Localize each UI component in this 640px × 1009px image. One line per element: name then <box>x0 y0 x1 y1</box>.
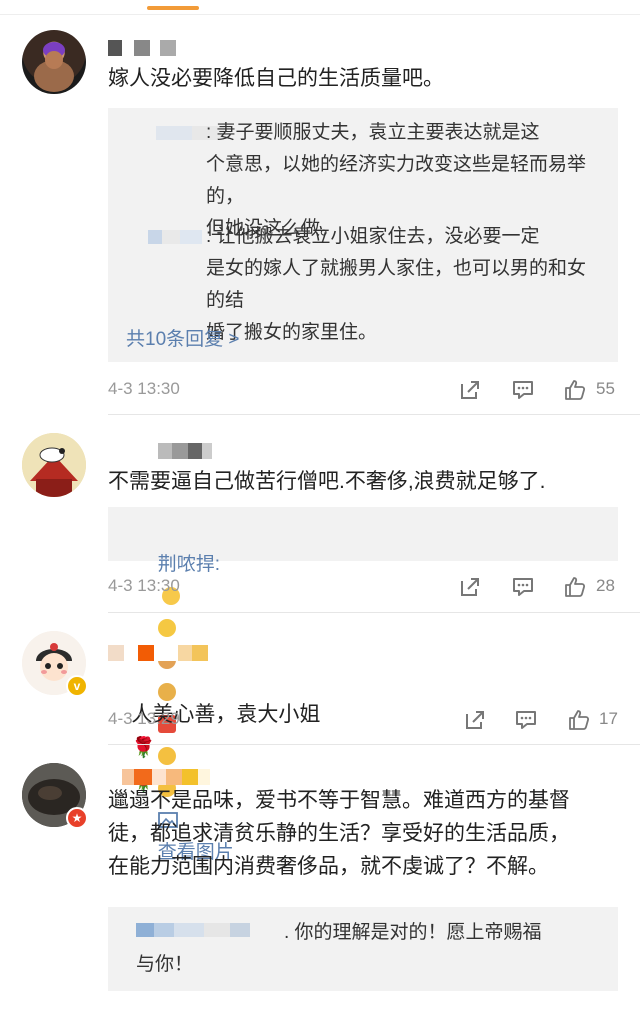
comment-text: 不需要逼自己做苦行僧吧.不奢侈,浪费就足够了. <box>108 470 546 493</box>
comment-icon[interactable] <box>511 378 535 402</box>
comment-meta: 4-3 13:30 28 <box>108 573 640 601</box>
share-icon[interactable] <box>463 708 487 732</box>
comment-3: v 人美心善，袁大小姐 🌹 🌹 4-3 13:29 17 <box>0 613 640 793</box>
verified-badge: v <box>66 675 88 697</box>
thumbs-up-icon[interactable] <box>563 378 587 402</box>
reply-text: . 你的理解是对的！愿上帝赐福 与你！ <box>136 922 542 975</box>
like-count: 17 <box>599 709 618 728</box>
thumbs-up-icon[interactable] <box>563 575 587 599</box>
comment-text: 嫁人没必要降低自己的生活质量吧。 <box>108 67 444 90</box>
more-replies-link[interactable]: 共10条回复 > <box>126 324 240 351</box>
username-mosaic[interactable] <box>108 645 208 661</box>
username-mosaic[interactable] <box>108 40 176 56</box>
reply-author-mosaic[interactable] <box>126 230 202 244</box>
like-count: 55 <box>596 379 615 398</box>
comment-1: 嫁人没必要降低自己的生活质量吧。 : 妻子要顺服丈夫，袁立主要表达就是这 个意思… <box>0 0 640 415</box>
reply-box[interactable]: : 妻子要顺服丈夫，袁立主要表达就是这 个意思，以她的经济实力改变这些是轻而易举… <box>108 108 618 362</box>
comment-meta: 4-3 13:29 17 <box>108 706 640 734</box>
comment-text: 邋遢不是品味，爱书不等于智慧。难道西方的基督 徒，都追求清贫乐静的生活？享受好的… <box>108 789 570 878</box>
reply-author[interactable]: 荆哝捍: <box>158 554 220 575</box>
avatar-image <box>22 433 86 497</box>
comment-2: 不需要逼自己做苦行僧吧.不奢侈,浪费就足够了. 荆哝捍: 查看图片 4-3 13… <box>0 415 640 863</box>
share-icon[interactable] <box>458 575 482 599</box>
avatar[interactable] <box>22 433 86 497</box>
like-count: 28 <box>596 576 615 595</box>
reply-box[interactable]: . 你的理解是对的！愿上帝赐福 与你！ <box>108 907 618 991</box>
comment-time: 4-3 13:30 <box>108 379 180 398</box>
reply-text: : 让他搬去袁立小姐家住去，没必要一定 是女的嫁人了就搬男人家住，也可以男的和女… <box>206 226 587 343</box>
avatar-image <box>34 42 74 92</box>
share-icon[interactable] <box>458 378 482 402</box>
comment-time: 4-3 13:30 <box>108 576 180 595</box>
reply-box[interactable]: 荆哝捍: 查看图片 <box>108 507 618 863</box>
username-mosaic[interactable] <box>108 443 212 459</box>
comment-4: ★ 邋遢不是品味，爱书不等于智慧。难道西方的基督 徒，都追求清贫乐静的生活？享受… <box>0 745 640 1009</box>
comment-meta: 4-3 13:30 55 <box>108 376 640 404</box>
thumbs-up-icon[interactable] <box>567 708 591 732</box>
comment-icon[interactable] <box>511 575 535 599</box>
username-mosaic[interactable] <box>108 769 210 785</box>
comment-icon[interactable] <box>514 708 538 732</box>
comment-time: 4-3 13:29 <box>108 709 180 728</box>
avatar[interactable] <box>22 30 86 94</box>
vip-badge: ★ <box>66 807 88 829</box>
